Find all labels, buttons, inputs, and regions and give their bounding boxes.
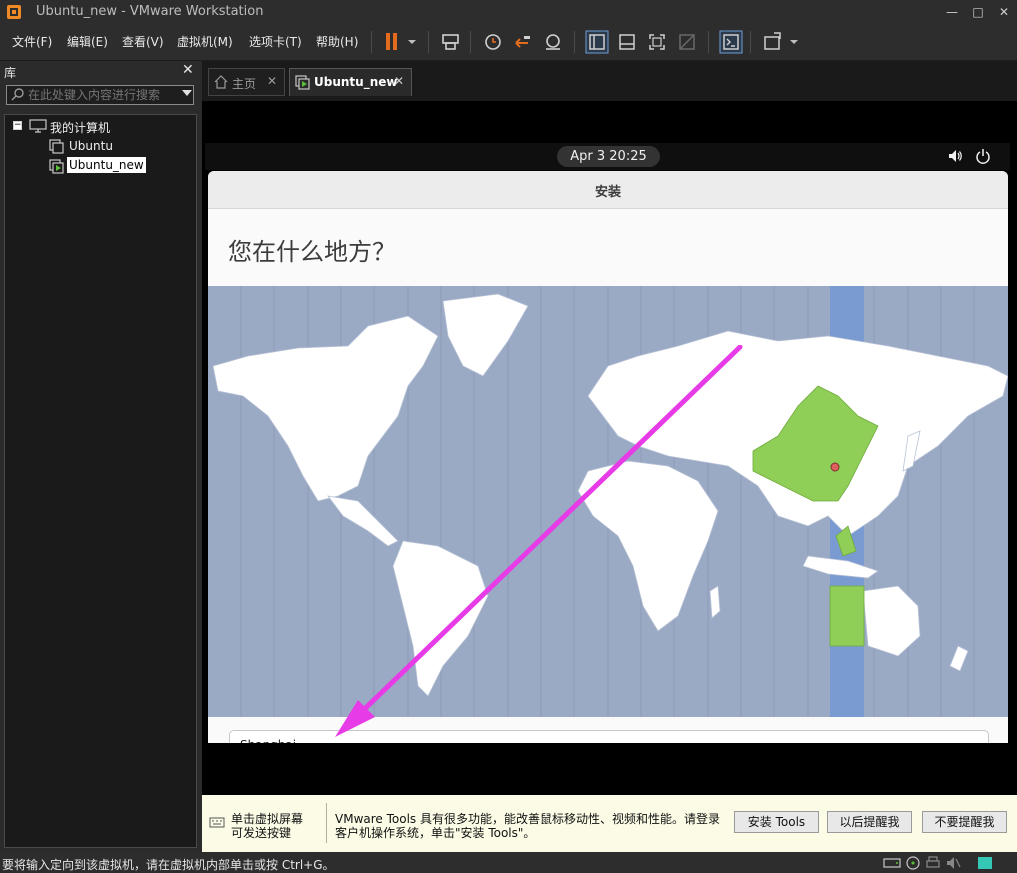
unity-icon[interactable] (674, 29, 700, 55)
console-view-icon[interactable] (718, 29, 744, 55)
install-tools-button[interactable]: 安装 Tools (734, 811, 819, 833)
full-screen-icon[interactable] (644, 29, 670, 55)
search-icon (11, 88, 24, 101)
library-tree (4, 114, 197, 848)
power-icon[interactable] (975, 148, 991, 164)
library-header (0, 61, 200, 81)
menu-help[interactable]: 帮助(H) (316, 33, 358, 50)
library-close-button[interactable]: ✕ (182, 62, 194, 78)
remind-later-button[interactable]: 以后提醒我 (827, 811, 912, 833)
tree-collapse-toggle[interactable]: − (13, 121, 22, 130)
divider (326, 803, 327, 843)
guest-clock[interactable]: Apr 3 20:25 (557, 146, 660, 167)
menu-tabs[interactable]: 选项卡(T) (249, 33, 302, 50)
cd-drive-icon[interactable] (905, 856, 921, 870)
show-library-icon[interactable] (584, 29, 610, 55)
search-dropdown-icon[interactable] (182, 90, 192, 96)
snapshot-icon[interactable] (480, 29, 506, 55)
keyboard-icon (209, 817, 225, 828)
vm-running-icon (295, 75, 310, 90)
tools-message-line2: 客户机操作系统，单击"安装 Tools"。 (335, 826, 536, 840)
chevron-down-icon[interactable] (407, 38, 417, 46)
stretch-guest-icon[interactable] (760, 29, 786, 55)
library-search-input[interactable] (28, 86, 176, 104)
chevron-down-icon[interactable] (789, 38, 799, 46)
toolbar-separator (708, 31, 709, 53)
vm-icon (49, 139, 64, 154)
tab-home-close-icon[interactable]: ✕ (267, 74, 277, 88)
tab-ubuntu-new-label: Ubuntu_new (314, 75, 398, 89)
send-ctrl-alt-del-icon[interactable] (438, 29, 464, 55)
tree-item-ubuntu-new[interactable]: Ubuntu_new (67, 157, 146, 173)
window-title: Ubuntu_new - VMware Workstation (36, 4, 264, 19)
message-log-icon[interactable] (977, 856, 993, 870)
hard-disk-icon[interactable] (883, 856, 901, 870)
vmware-logo-icon (7, 5, 21, 19)
library-title: 库 (4, 66, 17, 80)
menu-view[interactable]: 查看(V) (122, 33, 164, 50)
menu-edit[interactable]: 编辑(E) (67, 33, 108, 50)
toolbar-separator (371, 31, 372, 53)
tree-item-ubuntu[interactable]: Ubuntu (69, 139, 113, 153)
menu-vm[interactable]: 虚拟机(M) (177, 33, 233, 50)
snapshot-manager-icon[interactable] (540, 29, 566, 55)
annotation-arrow (335, 345, 743, 737)
vm-running-icon (49, 159, 64, 174)
revert-snapshot-icon[interactable] (510, 29, 536, 55)
printer-icon[interactable] (925, 856, 941, 870)
tree-item-my-computer[interactable]: 我的计算机 (50, 119, 110, 136)
installer-title: 安装 (594, 185, 621, 200)
toolbar-separator (574, 31, 575, 53)
computer-icon (29, 119, 47, 133)
toolbar-separator (470, 31, 471, 53)
status-text: 要将输入定向到该虚拟机，请在虚拟机内部单击或按 Ctrl+G。 (2, 858, 335, 872)
toolbar-separator (750, 31, 751, 53)
guest-bottom (205, 743, 1010, 795)
thumbnail-bar-icon[interactable] (614, 29, 640, 55)
home-icon (214, 75, 228, 89)
menu-file[interactable]: 文件(F) (12, 33, 52, 50)
tab-ubuntu-new-close-icon[interactable]: ✕ (394, 74, 404, 88)
tab-home-label: 主页 (232, 77, 257, 91)
volume-icon[interactable] (947, 148, 963, 164)
sound-muted-icon[interactable] (945, 856, 961, 870)
hint-line2: 可发送按键 (231, 826, 292, 840)
pause-icon[interactable] (380, 29, 406, 55)
toolbar-separator (428, 31, 429, 53)
page-heading: 您在什么地方？ (228, 238, 396, 266)
dont-remind-button[interactable]: 不要提醒我 (922, 811, 1007, 833)
close-button[interactable]: ✕ (988, 0, 1017, 24)
